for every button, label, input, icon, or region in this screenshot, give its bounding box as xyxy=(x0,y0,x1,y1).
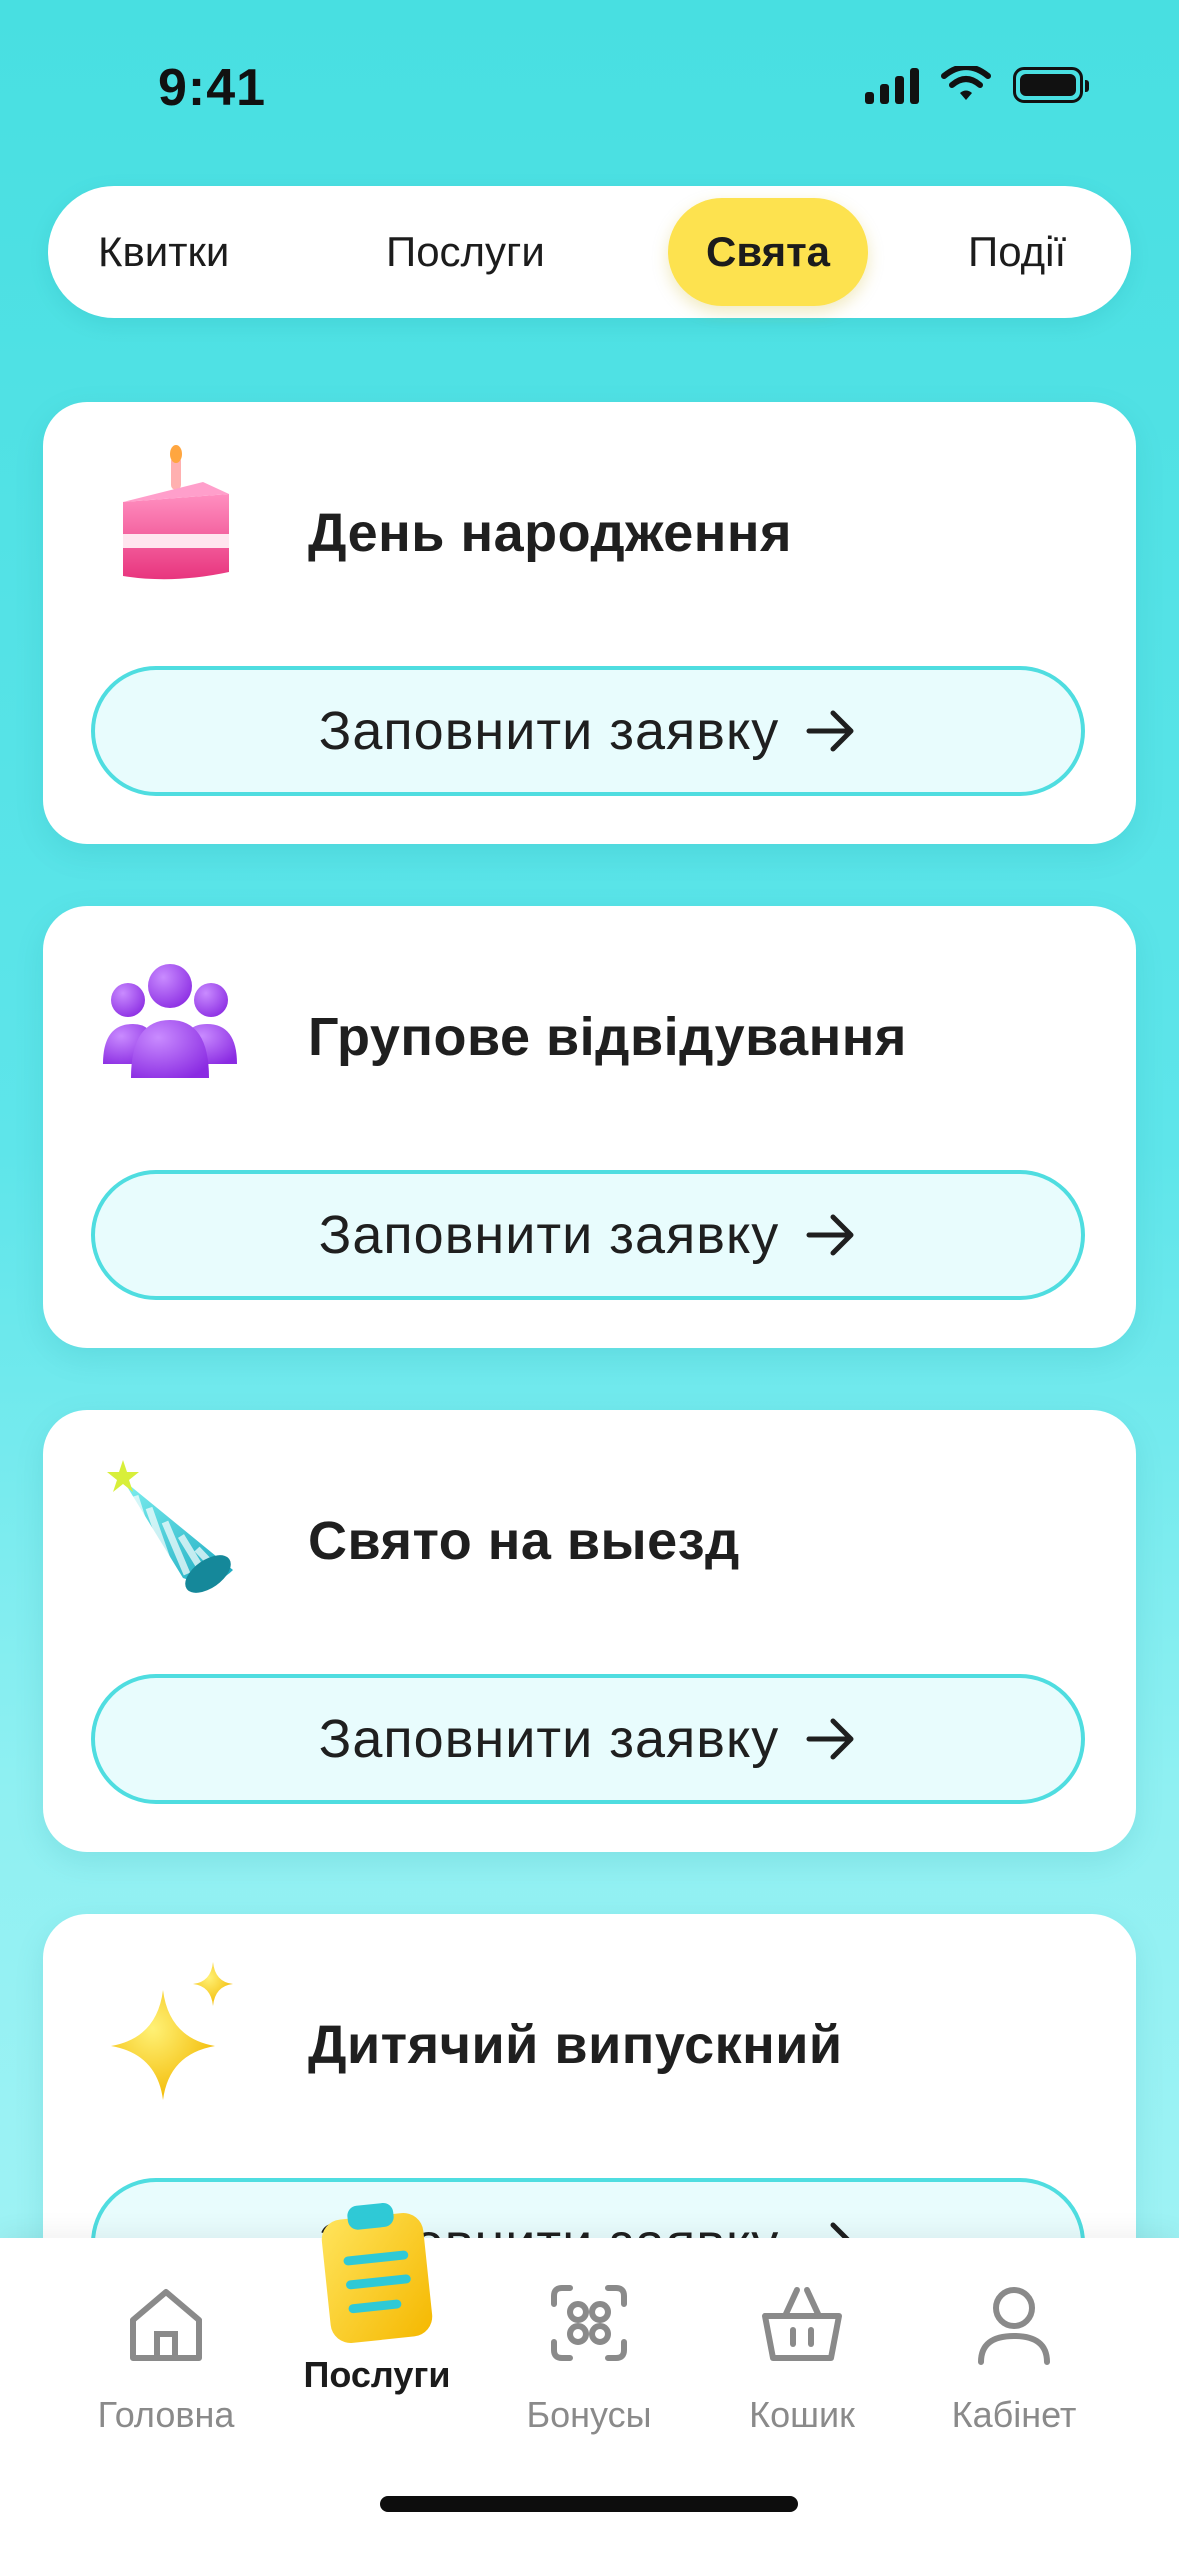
tab-services[interactable]: Послуги xyxy=(386,186,545,318)
card-title: Групове відвідування xyxy=(308,1007,907,1067)
button-label: Заповнити заявку xyxy=(318,1709,780,1769)
cake-icon xyxy=(123,445,229,580)
tab-holidays[interactable]: Свята xyxy=(668,198,869,306)
service-card-group-visit: Групове відвідування Заповнити заявку xyxy=(43,906,1136,1348)
arrow-right-icon xyxy=(806,710,854,752)
group-people-icon xyxy=(103,964,237,1078)
category-tabs: Квитки Послуги Свята Події xyxy=(48,186,1131,318)
nav-profile[interactable]: Кабінет xyxy=(924,2278,1104,2436)
nav-bonuses[interactable]: Бонусы xyxy=(499,2278,679,2436)
nav-label: Кошик xyxy=(749,2394,855,2435)
arrow-right-icon xyxy=(806,1718,854,1760)
nav-home[interactable]: Головна xyxy=(76,2278,256,2436)
basket-icon xyxy=(762,2287,842,2361)
button-label: Заповнити заявку xyxy=(318,701,780,761)
home-icon xyxy=(130,2289,202,2361)
tab-tickets[interactable]: Квитки xyxy=(98,186,229,318)
fill-request-button[interactable]: Заповнити заявку xyxy=(91,1674,1085,1804)
service-card-offsite-party: Свято на выезд Заповнити заявку xyxy=(43,1410,1136,1852)
bonus-icon xyxy=(551,2285,627,2361)
card-title: День народження xyxy=(308,503,793,563)
arrow-right-icon xyxy=(806,1214,854,1256)
card-title: Свято на выезд xyxy=(308,1511,740,1571)
party-hat-icon xyxy=(107,1460,233,1593)
fill-request-button[interactable]: Заповнити заявку xyxy=(91,666,1085,796)
tab-events[interactable]: Події xyxy=(968,186,1066,318)
nav-label: Бонусы xyxy=(526,2394,652,2435)
battery-icon xyxy=(1013,67,1089,103)
user-icon xyxy=(978,2287,1050,2365)
button-label: Заповнити заявку xyxy=(318,1205,780,1265)
nav-label: Кабінет xyxy=(951,2394,1077,2435)
status-bar: 9:41 xyxy=(0,0,1179,170)
sparkle-icon xyxy=(111,1962,233,2100)
clipboard-icon xyxy=(321,2202,433,2344)
card-title: Дитячий випускний xyxy=(308,2015,843,2075)
nav-label: Послуги xyxy=(303,2354,451,2395)
status-icons xyxy=(865,66,1089,104)
nav-services[interactable]: Послуги xyxy=(287,2198,467,2396)
cellular-signal-icon xyxy=(865,66,919,104)
fill-request-button[interactable]: Заповнити заявку xyxy=(91,1170,1085,1300)
status-time: 9:41 xyxy=(158,59,267,117)
home-indicator xyxy=(380,2496,798,2512)
service-card-birthday: День народження Заповнити заявку xyxy=(43,402,1136,844)
nav-label: Головна xyxy=(97,2394,235,2435)
nav-basket[interactable]: Кошик xyxy=(712,2278,892,2436)
wifi-icon xyxy=(941,66,991,100)
